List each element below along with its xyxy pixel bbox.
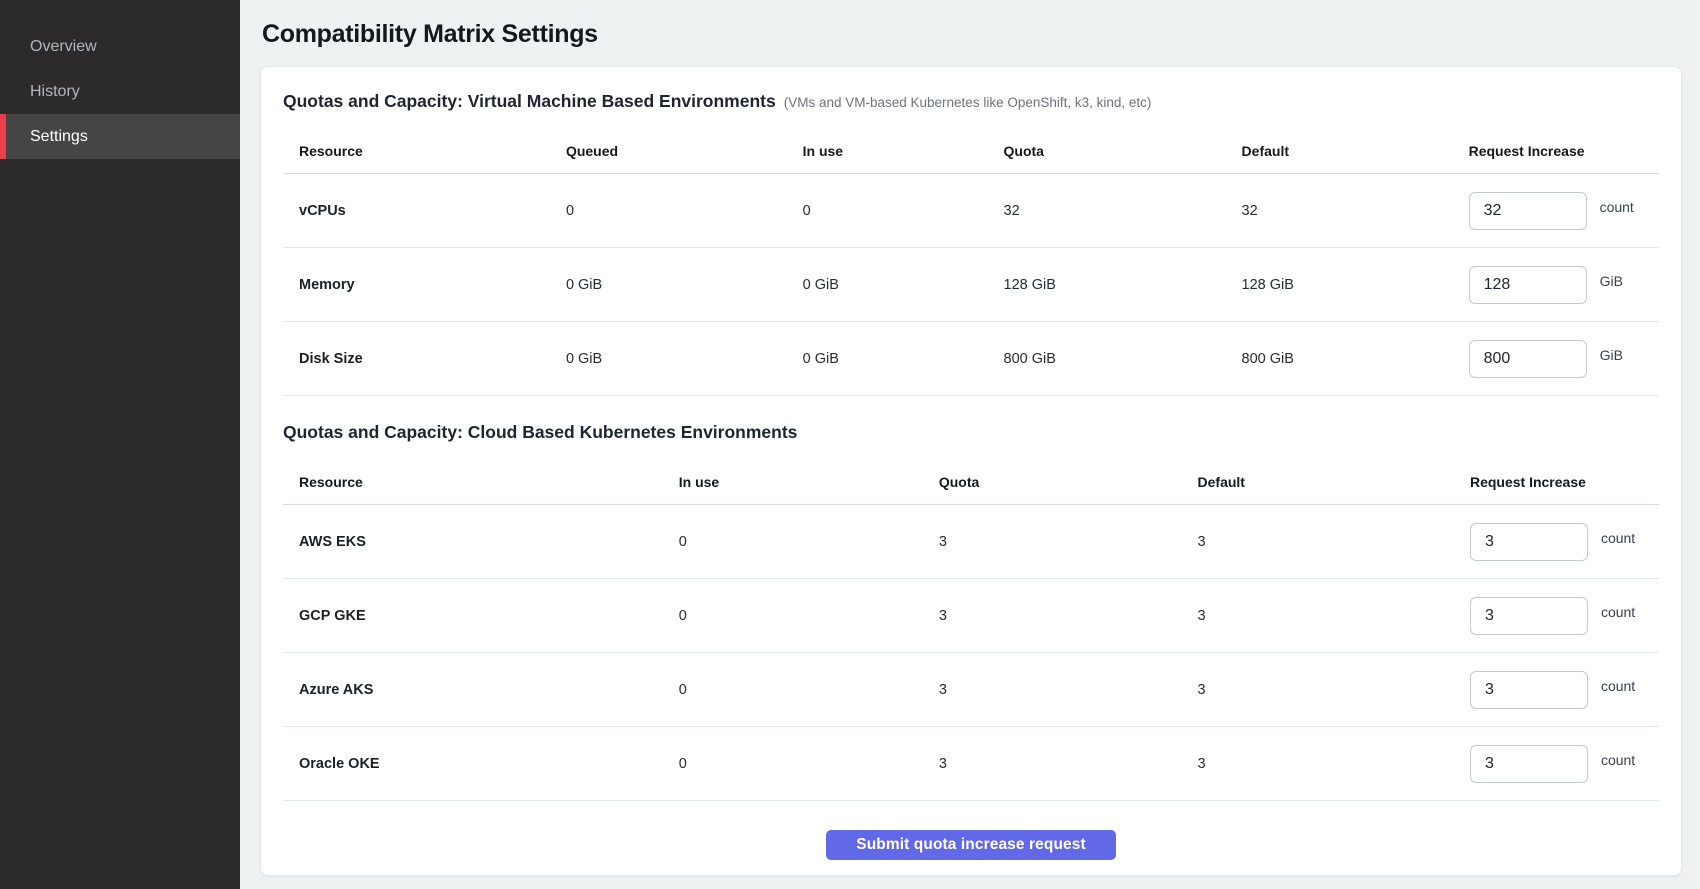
resource-name: Azure AKS (283, 682, 663, 698)
request-increase-input[interactable] (1470, 745, 1588, 783)
cell-value: 3 (923, 534, 1182, 550)
cell-value: 0 (787, 203, 988, 219)
cell-value: 800 GiB (988, 351, 1226, 367)
table-header-row: ResourceQueuedIn useQuotaDefaultRequest … (283, 128, 1659, 174)
resource-name: AWS EKS (283, 534, 663, 550)
request-increase-input[interactable] (1470, 523, 1588, 561)
table-row: vCPUs003232count (283, 174, 1659, 248)
cell-value: 3 (923, 608, 1182, 624)
cloud-section-header: Quotas and Capacity: Cloud Based Kuberne… (283, 422, 1659, 443)
unit-label: count (1600, 199, 1634, 215)
cell-value: 3 (1182, 608, 1454, 624)
unit-label: GiB (1600, 347, 1623, 363)
request-increase-input[interactable] (1469, 266, 1587, 304)
cell-value: 128 GiB (1226, 277, 1453, 293)
request-increase-cell: count (1453, 192, 1659, 230)
request-increase-input[interactable] (1470, 671, 1588, 709)
unit-label: count (1601, 604, 1635, 620)
main-content: Compatibility Matrix Settings Quotas and… (240, 0, 1700, 889)
cell-value: 0 (663, 756, 923, 772)
cell-value: 128 GiB (988, 277, 1226, 293)
request-increase-cell: count (1454, 597, 1659, 635)
cell-value: 3 (1182, 534, 1454, 550)
request-increase-cell: count (1454, 745, 1659, 783)
cell-value: 3 (923, 756, 1182, 772)
table-row: AWS EKS033count (283, 505, 1659, 579)
cloud-section-title: Quotas and Capacity: Cloud Based Kuberne… (283, 422, 797, 443)
cell-value: 0 (663, 608, 923, 624)
page-title: Compatibility Matrix Settings (262, 20, 1682, 49)
unit-label: count (1601, 678, 1635, 694)
column-header: Default (1182, 474, 1454, 490)
column-header: Quota (988, 143, 1226, 159)
cloud-quota-table: ResourceIn useQuotaDefaultRequest Increa… (283, 459, 1659, 801)
column-header: Request Increase (1453, 143, 1659, 159)
app-window: Overview History Settings Compatibility … (0, 0, 1700, 889)
cell-value: 0 (550, 203, 787, 219)
cell-value: 0 GiB (787, 277, 988, 293)
resource-name: Disk Size (283, 351, 550, 367)
vm-quota-table: ResourceQueuedIn useQuotaDefaultRequest … (283, 128, 1659, 396)
column-header: Quota (923, 474, 1182, 490)
sidebar-item-overview[interactable]: Overview (0, 24, 240, 69)
request-increase-input[interactable] (1469, 340, 1587, 378)
column-header: In use (787, 143, 988, 159)
cell-value: 0 (663, 682, 923, 698)
request-increase-input[interactable] (1469, 192, 1587, 230)
sidebar-item-settings[interactable]: Settings (0, 114, 240, 159)
unit-label: count (1601, 530, 1635, 546)
submit-button[interactable]: Submit quota increase request (826, 830, 1115, 860)
cell-value: 0 GiB (787, 351, 988, 367)
request-increase-input[interactable] (1470, 597, 1588, 635)
column-header: Default (1226, 143, 1453, 159)
column-header: Resource (283, 474, 663, 490)
column-header: In use (663, 474, 923, 490)
resource-name: Memory (283, 277, 550, 293)
column-header: Request Increase (1454, 474, 1659, 490)
cell-value: 3 (1182, 682, 1454, 698)
vm-section-header: Quotas and Capacity: Virtual Machine Bas… (283, 91, 1659, 112)
table-row: Azure AKS033count (283, 653, 1659, 727)
resource-name: vCPUs (283, 203, 550, 219)
table-row: GCP GKE033count (283, 579, 1659, 653)
request-increase-cell: GiB (1453, 266, 1659, 304)
table-row: Oracle OKE033count (283, 727, 1659, 801)
table-row: Memory0 GiB0 GiB128 GiB128 GiBGiB (283, 248, 1659, 322)
request-increase-cell: count (1454, 523, 1659, 561)
column-header: Queued (550, 143, 787, 159)
resource-name: Oracle OKE (283, 756, 663, 772)
table-row: Disk Size0 GiB0 GiB800 GiB800 GiBGiB (283, 322, 1659, 396)
resource-name: GCP GKE (283, 608, 663, 624)
vm-section-subtitle: (VMs and VM-based Kubernetes like OpenSh… (784, 95, 1152, 110)
sidebar-item-history[interactable]: History (0, 69, 240, 114)
column-header: Resource (283, 143, 550, 159)
cell-value: 3 (923, 682, 1182, 698)
cell-value: 3 (1182, 756, 1454, 772)
table-header-row: ResourceIn useQuotaDefaultRequest Increa… (283, 459, 1659, 505)
unit-label: count (1601, 752, 1635, 768)
submit-button-row: Submit quota increase request (283, 830, 1659, 860)
cell-value: 800 GiB (1226, 351, 1453, 367)
cell-value: 32 (988, 203, 1226, 219)
cell-value: 0 GiB (550, 351, 787, 367)
request-increase-cell: GiB (1453, 340, 1659, 378)
request-increase-cell: count (1454, 671, 1659, 709)
cell-value: 0 GiB (550, 277, 787, 293)
quota-settings-card: Quotas and Capacity: Virtual Machine Bas… (260, 66, 1682, 876)
cell-value: 32 (1226, 203, 1453, 219)
unit-label: GiB (1600, 273, 1623, 289)
sidebar: Overview History Settings (0, 0, 240, 889)
vm-section-title: Quotas and Capacity: Virtual Machine Bas… (283, 91, 776, 112)
cell-value: 0 (663, 534, 923, 550)
